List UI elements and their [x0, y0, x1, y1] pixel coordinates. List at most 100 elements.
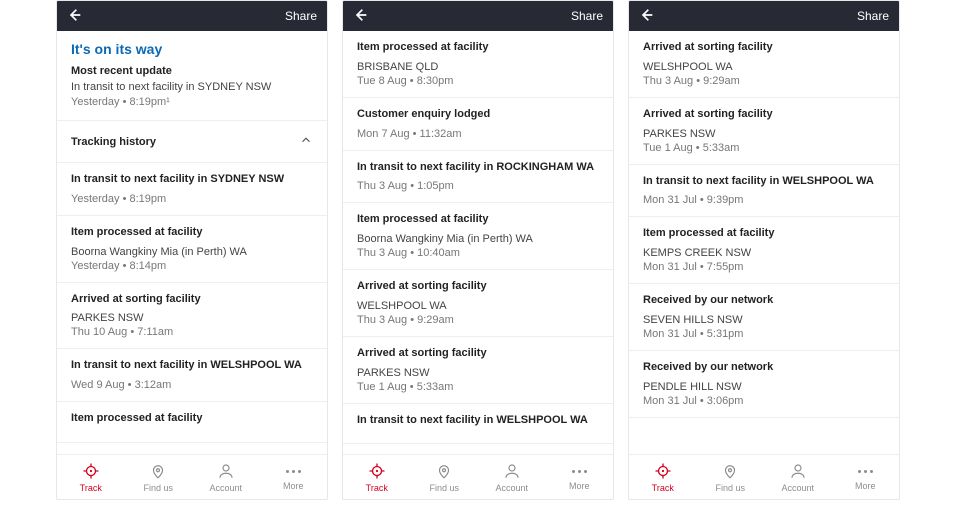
- screen-1: Share It's on its way Most recent update…: [56, 0, 328, 500]
- tab-label: More: [855, 481, 876, 491]
- tab-label: Find us: [429, 483, 459, 493]
- tab-more[interactable]: More: [260, 455, 328, 499]
- tracking-event: Item processed at facility KEMPS CREEK N…: [629, 217, 899, 284]
- share-button[interactable]: Share: [285, 9, 317, 23]
- event-time: Thu 3 Aug • 10:40am: [357, 247, 599, 259]
- event-title: Arrived at sorting facility: [643, 108, 885, 122]
- event-title: In transit to next facility in WELSHPOOL…: [357, 414, 599, 428]
- event-title: Item processed at facility: [643, 227, 885, 241]
- pin-icon: [149, 462, 167, 482]
- event-title: Item processed at facility: [357, 41, 599, 55]
- tab-track[interactable]: Track: [343, 455, 411, 499]
- tab-label: Account: [209, 483, 242, 493]
- share-button[interactable]: Share: [857, 9, 889, 23]
- tab-more[interactable]: More: [546, 455, 614, 499]
- screen-2: Share Item processed at facility BRISBAN…: [342, 0, 614, 500]
- event-title: Received by our network: [643, 361, 885, 375]
- top-bar: Share: [629, 1, 899, 31]
- event-time: Mon 7 Aug • 11:32am: [357, 128, 599, 140]
- status-block: It's on its way Most recent update In tr…: [57, 31, 327, 114]
- event-list: Arrived at sorting facility WELSHPOOL WA…: [629, 31, 899, 418]
- tracking-history-toggle[interactable]: Tracking history: [57, 120, 327, 163]
- tab-find-us[interactable]: Find us: [697, 455, 765, 499]
- event-time: Thu 3 Aug • 9:29am: [643, 75, 885, 87]
- event-location: PARKES NSW: [71, 312, 313, 324]
- event-title: Customer enquiry lodged: [357, 108, 599, 122]
- event-location: SEVEN HILLS NSW: [643, 314, 885, 326]
- person-icon: [217, 462, 235, 482]
- tab-account[interactable]: Account: [192, 455, 260, 499]
- event-title: In transit to next facility in ROCKINGHA…: [357, 161, 599, 175]
- back-arrow-icon[interactable]: [639, 7, 655, 26]
- tab-account[interactable]: Account: [478, 455, 546, 499]
- tab-label: Track: [366, 483, 388, 493]
- event-title: In transit to next facility in SYDNEY NS…: [71, 173, 313, 187]
- event-location: PARKES NSW: [643, 128, 885, 140]
- event-time: Yesterday • 8:14pm: [71, 260, 313, 272]
- back-arrow-icon[interactable]: [353, 7, 369, 26]
- tab-track[interactable]: Track: [57, 455, 125, 499]
- person-icon: [503, 462, 521, 482]
- event-time: Mon 31 Jul • 7:55pm: [643, 261, 885, 273]
- tracking-event: Arrived at sorting facility PARKES NSW T…: [57, 283, 327, 350]
- event-title: Arrived at sorting facility: [71, 293, 313, 307]
- event-title: Received by our network: [643, 294, 885, 308]
- event-location: BRISBANE QLD: [357, 61, 599, 73]
- target-icon: [82, 462, 100, 482]
- chevron-up-icon: [299, 133, 313, 150]
- event-time: Yesterday • 8:19pm: [71, 193, 313, 205]
- event-location: PENDLE HILL NSW: [643, 381, 885, 393]
- tab-find-us[interactable]: Find us: [411, 455, 479, 499]
- tab-label: Track: [652, 483, 674, 493]
- tab-bar: Track Find us Account More: [629, 454, 899, 499]
- tracking-event: In transit to next facility in WELSHPOOL…: [57, 349, 327, 402]
- event-time: Tue 1 Aug • 5:33am: [643, 142, 885, 154]
- status-location: In transit to next facility in SYDNEY NS…: [71, 81, 313, 93]
- tab-label: More: [283, 481, 304, 491]
- event-title: Arrived at sorting facility: [357, 280, 599, 294]
- event-time: Thu 10 Aug • 7:11am: [71, 326, 313, 338]
- tab-track[interactable]: Track: [629, 455, 697, 499]
- tracking-event: Item processed at facility Boorna Wangki…: [57, 216, 327, 283]
- tab-label: Find us: [715, 483, 745, 493]
- back-arrow-icon[interactable]: [67, 7, 83, 26]
- more-dots-icon: [858, 464, 873, 480]
- tracking-event: Item processed at facility: [57, 402, 327, 443]
- tracking-event: Arrived at sorting facility PARKES NSW T…: [343, 337, 613, 404]
- event-time: Mon 31 Jul • 9:39pm: [643, 194, 885, 206]
- event-location: WELSHPOOL WA: [643, 61, 885, 73]
- event-location: KEMPS CREEK NSW: [643, 247, 885, 259]
- event-time: Wed 9 Aug • 3:12am: [71, 379, 313, 391]
- tracking-event: In transit to next facility in WELSHPOOL…: [343, 404, 613, 445]
- tab-account[interactable]: Account: [764, 455, 832, 499]
- tracking-event: Received by our network SEVEN HILLS NSW …: [629, 284, 899, 351]
- event-location: Boorna Wangkiny Mia (in Perth) WA: [357, 233, 599, 245]
- tab-find-us[interactable]: Find us: [125, 455, 193, 499]
- tracking-event: Arrived at sorting facility WELSHPOOL WA…: [629, 31, 899, 98]
- status-subhead: Most recent update: [71, 65, 313, 77]
- event-title: Arrived at sorting facility: [643, 41, 885, 55]
- status-title: It's on its way: [71, 41, 313, 57]
- tab-more[interactable]: More: [832, 455, 900, 499]
- top-bar: Share: [57, 1, 327, 31]
- event-title: In transit to next facility in WELSHPOOL…: [71, 359, 313, 373]
- share-button[interactable]: Share: [571, 9, 603, 23]
- tracking-event: Arrived at sorting facility WELSHPOOL WA…: [343, 270, 613, 337]
- event-title: Item processed at facility: [71, 226, 313, 240]
- tab-label: Account: [781, 483, 814, 493]
- event-list: In transit to next facility in SYDNEY NS…: [57, 163, 327, 443]
- status-time: Yesterday • 8:19pm¹: [71, 96, 313, 108]
- event-location: Boorna Wangkiny Mia (in Perth) WA: [71, 246, 313, 258]
- tracking-event: Arrived at sorting facility PARKES NSW T…: [629, 98, 899, 165]
- tracking-history-label: Tracking history: [71, 136, 156, 148]
- event-title: In transit to next facility in WELSHPOOL…: [643, 175, 885, 189]
- tab-bar: Track Find us Account More: [343, 454, 613, 499]
- event-time: Mon 31 Jul • 3:06pm: [643, 395, 885, 407]
- person-icon: [789, 462, 807, 482]
- tracking-event: In transit to next facility in SYDNEY NS…: [57, 163, 327, 216]
- top-bar: Share: [343, 1, 613, 31]
- more-dots-icon: [572, 464, 587, 480]
- target-icon: [368, 462, 386, 482]
- event-list: Item processed at facility BRISBANE QLD …: [343, 31, 613, 444]
- event-time: Thu 3 Aug • 1:05pm: [357, 180, 599, 192]
